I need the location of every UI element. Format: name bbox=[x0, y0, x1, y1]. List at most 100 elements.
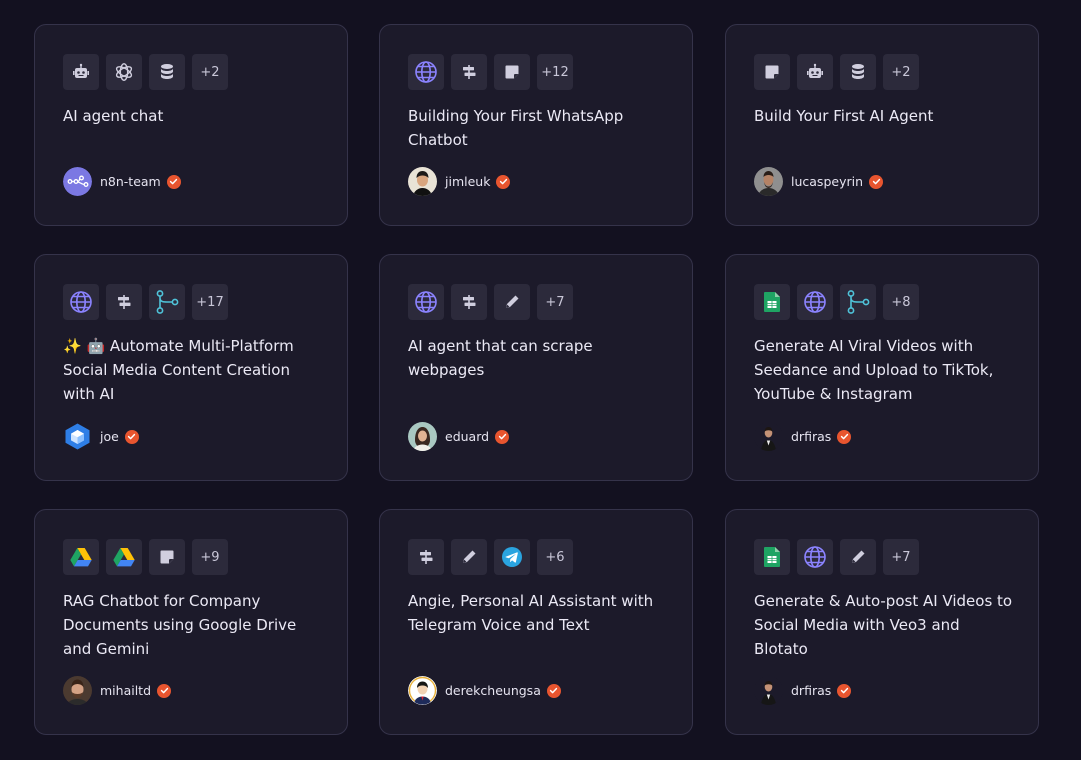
verified-check-icon bbox=[837, 683, 852, 698]
verified-check-icon bbox=[869, 174, 883, 189]
robot-icon bbox=[63, 54, 99, 90]
node-icons: +2 bbox=[63, 54, 228, 90]
merge-icon bbox=[840, 284, 876, 320]
google-sheets-icon bbox=[754, 284, 790, 320]
verified-check-icon bbox=[495, 429, 510, 444]
avatar bbox=[754, 422, 783, 451]
sticky-note-icon bbox=[149, 539, 185, 575]
node-icons: +2 bbox=[754, 54, 919, 90]
author[interactable]: joe bbox=[63, 422, 139, 451]
avatar bbox=[63, 167, 92, 196]
author[interactable]: jimleuk bbox=[408, 167, 511, 196]
node-icons: +8 bbox=[754, 284, 919, 320]
author-name: jimleuk bbox=[445, 174, 491, 189]
author[interactable]: lucaspeyrin bbox=[754, 167, 883, 196]
template-card[interactable]: +17 ✨ 🤖 Automate Multi-Platform Social Me… bbox=[34, 254, 348, 481]
pencil-icon bbox=[840, 539, 876, 575]
more-nodes-count: +17 bbox=[192, 284, 228, 320]
database-icon bbox=[840, 54, 876, 90]
node-icons: +7 bbox=[408, 284, 573, 320]
more-nodes-count: +6 bbox=[537, 539, 573, 575]
author-name: derekcheungsa bbox=[445, 683, 541, 698]
more-nodes-count: +2 bbox=[192, 54, 228, 90]
pencil-icon bbox=[451, 539, 487, 575]
template-title[interactable]: Generate AI Viral Videos with Seedance a… bbox=[754, 334, 1016, 406]
author-name: n8n-team bbox=[100, 174, 161, 189]
template-title[interactable]: Generate & Auto-post AI Videos to Social… bbox=[754, 589, 1016, 661]
verified-check-icon bbox=[124, 429, 139, 444]
signpost-icon bbox=[106, 284, 142, 320]
signpost-icon bbox=[451, 54, 487, 90]
globe-icon bbox=[408, 54, 444, 90]
node-icons: +12 bbox=[408, 54, 573, 90]
template-card[interactable]: +7 AI agent that can scrape webpages eduar… bbox=[379, 254, 693, 481]
template-card[interactable]: +2 Build Your First AI Agent lucaspeyrin bbox=[725, 24, 1039, 226]
more-nodes-count: +7 bbox=[537, 284, 573, 320]
avatar bbox=[63, 676, 92, 705]
template-title[interactable]: AI agent chat bbox=[63, 104, 325, 128]
more-nodes-count: +12 bbox=[537, 54, 573, 90]
author[interactable]: drfiras bbox=[754, 676, 852, 705]
verified-check-icon bbox=[157, 683, 172, 698]
avatar bbox=[408, 422, 437, 451]
author[interactable]: derekcheungsa bbox=[408, 676, 561, 705]
template-title[interactable]: Build Your First AI Agent bbox=[754, 104, 1016, 128]
verified-check-icon bbox=[496, 174, 511, 189]
author-name: drfiras bbox=[791, 683, 832, 698]
globe-icon bbox=[797, 284, 833, 320]
avatar bbox=[408, 676, 437, 705]
author[interactable]: eduard bbox=[408, 422, 510, 451]
template-card[interactable]: +12 Building Your First WhatsApp Chatbot j… bbox=[379, 24, 693, 226]
node-icons: +6 bbox=[408, 539, 573, 575]
author-name: eduard bbox=[445, 429, 490, 444]
author-name: drfiras bbox=[791, 429, 832, 444]
verified-check-icon bbox=[837, 429, 852, 444]
google-drive-icon bbox=[63, 539, 99, 575]
template-card[interactable]: +6 Angie, Personal AI Assistant with Tele… bbox=[379, 509, 693, 735]
node-icons: +7 bbox=[754, 539, 919, 575]
database-icon bbox=[149, 54, 185, 90]
template-title[interactable]: ✨ 🤖 Automate Multi-Platform Social Media… bbox=[63, 334, 325, 406]
template-title[interactable]: Angie, Personal AI Assistant with Telegr… bbox=[408, 589, 670, 637]
more-nodes-count: +9 bbox=[192, 539, 228, 575]
robot-icon bbox=[797, 54, 833, 90]
author[interactable]: mihailtd bbox=[63, 676, 172, 705]
globe-icon bbox=[63, 284, 99, 320]
more-nodes-count: +2 bbox=[883, 54, 919, 90]
avatar bbox=[63, 422, 92, 451]
template-card[interactable]: +9 RAG Chatbot for Company Documents usin… bbox=[34, 509, 348, 735]
template-grid: +2 AI agent chat n8n-team +12 Building Your … bbox=[0, 0, 1081, 760]
signpost-icon bbox=[451, 284, 487, 320]
verified-check-icon bbox=[546, 683, 561, 698]
avatar bbox=[754, 676, 783, 705]
template-title[interactable]: AI agent that can scrape webpages bbox=[408, 334, 670, 382]
merge-icon bbox=[149, 284, 185, 320]
telegram-icon bbox=[494, 539, 530, 575]
google-drive-icon bbox=[106, 539, 142, 575]
template-card[interactable]: +2 AI agent chat n8n-team bbox=[34, 24, 348, 226]
openai-icon bbox=[106, 54, 142, 90]
avatar bbox=[754, 167, 783, 196]
template-card[interactable]: +7 Generate & Auto-post AI Videos to Soci… bbox=[725, 509, 1039, 735]
more-nodes-count: +7 bbox=[883, 539, 919, 575]
node-icons: +9 bbox=[63, 539, 228, 575]
more-nodes-count: +8 bbox=[883, 284, 919, 320]
template-title[interactable]: RAG Chatbot for Company Documents using … bbox=[63, 589, 325, 661]
verified-check-icon bbox=[166, 174, 181, 189]
pencil-icon bbox=[494, 284, 530, 320]
template-card[interactable]: +8 Generate AI Viral Videos with Seedance… bbox=[725, 254, 1039, 481]
avatar bbox=[408, 167, 437, 196]
author-name: lucaspeyrin bbox=[791, 174, 863, 189]
template-title[interactable]: Building Your First WhatsApp Chatbot bbox=[408, 104, 670, 152]
google-sheets-icon bbox=[754, 539, 790, 575]
globe-icon bbox=[797, 539, 833, 575]
signpost-icon bbox=[408, 539, 444, 575]
globe-icon bbox=[408, 284, 444, 320]
author-name: joe bbox=[100, 429, 119, 444]
author-name: mihailtd bbox=[100, 683, 152, 698]
author[interactable]: n8n-team bbox=[63, 167, 181, 196]
node-icons: +17 bbox=[63, 284, 228, 320]
sticky-note-icon bbox=[754, 54, 790, 90]
sticky-note-icon bbox=[494, 54, 530, 90]
author[interactable]: drfiras bbox=[754, 422, 852, 451]
